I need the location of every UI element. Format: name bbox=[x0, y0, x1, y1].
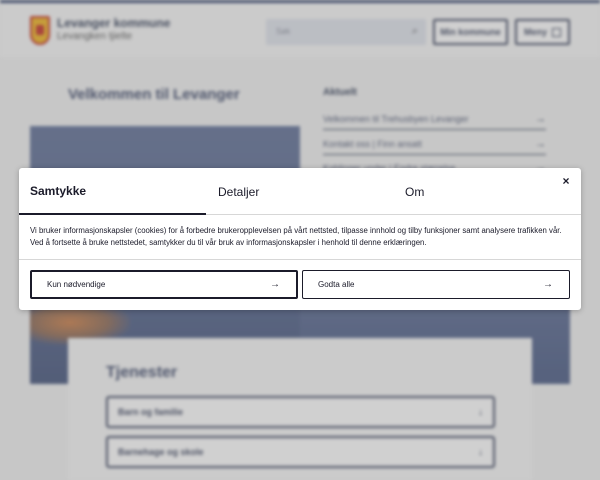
tab-detaljer[interactable]: Detaljer bbox=[218, 168, 358, 215]
divider bbox=[19, 259, 581, 260]
consent-text: Vi bruker informasjonskapsler (cookies) … bbox=[30, 226, 562, 247]
arrow-right-icon: → bbox=[543, 279, 553, 290]
arrow-right-icon: → bbox=[270, 279, 280, 290]
tab-samtykke[interactable]: Samtykke bbox=[19, 168, 206, 215]
necessary-only-button[interactable]: Kun nødvendige → bbox=[30, 270, 298, 299]
accept-all-label: Godta alle bbox=[318, 280, 355, 289]
close-icon[interactable]: × bbox=[559, 174, 573, 188]
necessary-only-label: Kun nødvendige bbox=[47, 280, 106, 289]
consent-tabs: Samtykke Detaljer Om bbox=[19, 168, 581, 215]
tab-om[interactable]: Om bbox=[405, 168, 525, 215]
cookie-consent-dialog: Samtykke Detaljer Om × Vi bruker informa… bbox=[19, 168, 581, 310]
accept-all-button[interactable]: Godta alle → bbox=[302, 270, 570, 299]
